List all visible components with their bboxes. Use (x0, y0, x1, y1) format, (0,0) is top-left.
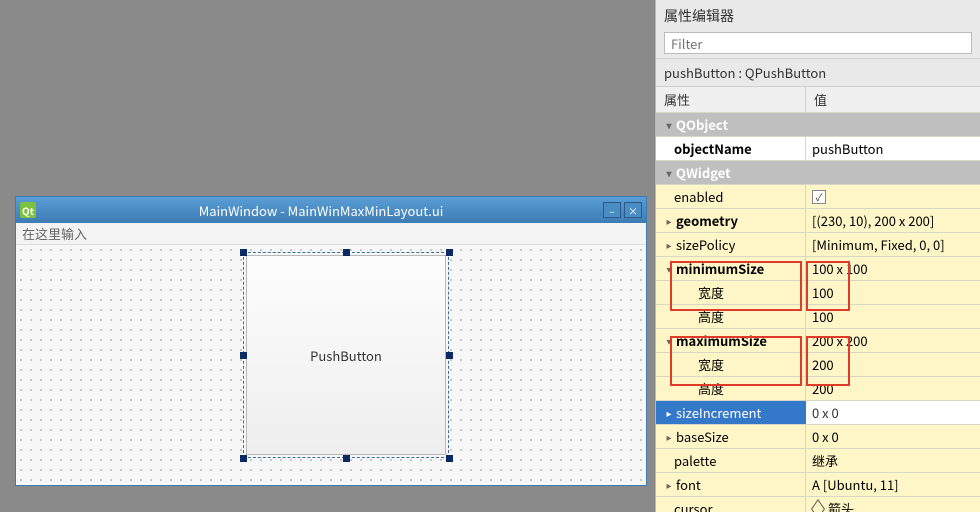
group-qwidget[interactable]: QWidget (656, 160, 980, 184)
push-button-label: PushButton (310, 346, 382, 365)
close-button[interactable]: × (624, 202, 642, 218)
property-filter (664, 32, 972, 54)
filter-input[interactable] (664, 32, 972, 54)
minimize-button[interactable]: – (603, 202, 621, 218)
chevron-right-icon (662, 237, 676, 252)
menubar-hint-text: 在这里输入 (22, 224, 87, 243)
header-property: 属性 (656, 87, 806, 112)
prop-font[interactable]: font A [Ubuntu, 11] (656, 472, 980, 496)
prop-minimumsize-width[interactable]: 宽度 100 (656, 280, 980, 304)
chevron-down-icon (662, 165, 676, 180)
prop-enabled[interactable]: enabled ✓ (656, 184, 980, 208)
menubar-placeholder[interactable]: 在这里输入 (16, 223, 646, 245)
enabled-checkbox[interactable]: ✓ (812, 190, 826, 204)
chevron-down-icon (662, 117, 676, 132)
chevron-down-icon (662, 333, 676, 348)
prop-minimumsize[interactable]: minimumSize 100 x 100 (656, 256, 980, 280)
property-editor-title: 属性编辑器 (656, 0, 980, 30)
prop-sizeincrement[interactable]: sizeIncrement 0 x 0 (656, 400, 980, 424)
prop-maximumsize-width[interactable]: 宽度 200 (656, 352, 980, 376)
object-class-line: pushButton : QPushButton (656, 58, 980, 86)
resize-handle-sw[interactable] (240, 455, 247, 462)
chevron-right-icon (662, 213, 676, 228)
resize-handle-w[interactable] (240, 352, 247, 359)
resize-handle-e[interactable] (446, 352, 453, 359)
window-titlebar[interactable]: Qt MainWindow - MainWinMaxMinLayout.ui –… (16, 197, 646, 223)
prop-maximumsize[interactable]: maximumSize 200 x 200 (656, 328, 980, 352)
chevron-right-icon (662, 429, 676, 444)
resize-handle-ne[interactable] (446, 249, 453, 256)
chevron-right-icon (662, 405, 676, 420)
prop-objectname[interactable]: objectName pushButton (656, 136, 980, 160)
header-value: 值 (806, 87, 980, 112)
property-table[interactable]: QObject objectName pushButton QWidget en… (656, 112, 980, 512)
chevron-down-icon (662, 261, 676, 276)
cursor-arrow-icon (811, 499, 825, 512)
property-table-header: 属性 值 (656, 86, 980, 112)
prop-palette[interactable]: palette 继承 (656, 448, 980, 472)
resize-handle-se[interactable] (446, 455, 453, 462)
qt-icon: Qt (20, 202, 36, 218)
prop-basesize[interactable]: baseSize 0 x 0 (656, 424, 980, 448)
form-designer-area: Qt MainWindow - MainWinMaxMinLayout.ui –… (0, 0, 655, 512)
prop-minimumsize-height[interactable]: 高度 100 (656, 304, 980, 328)
form-canvas[interactable]: PushButton (16, 245, 646, 485)
prop-geometry[interactable]: geometry [(230, 10), 200 x 200] (656, 208, 980, 232)
property-editor-panel: 属性编辑器 pushButton : QPushButton 属性 值 QObj… (655, 0, 980, 512)
prop-cursor[interactable]: cursor 箭头 (656, 496, 980, 512)
push-button-widget[interactable]: PushButton (246, 255, 446, 455)
group-qobject[interactable]: QObject (656, 112, 980, 136)
resize-handle-s[interactable] (343, 455, 350, 462)
prop-maximumsize-height[interactable]: 高度 200 (656, 376, 980, 400)
resize-handle-nw[interactable] (240, 249, 247, 256)
form-window: Qt MainWindow - MainWinMaxMinLayout.ui –… (15, 196, 647, 486)
window-title: MainWindow - MainWinMaxMinLayout.ui (42, 201, 600, 220)
prop-sizepolicy[interactable]: sizePolicy [Minimum, Fixed, 0, 0] (656, 232, 980, 256)
resize-handle-n[interactable] (343, 249, 350, 256)
chevron-right-icon (662, 477, 676, 492)
